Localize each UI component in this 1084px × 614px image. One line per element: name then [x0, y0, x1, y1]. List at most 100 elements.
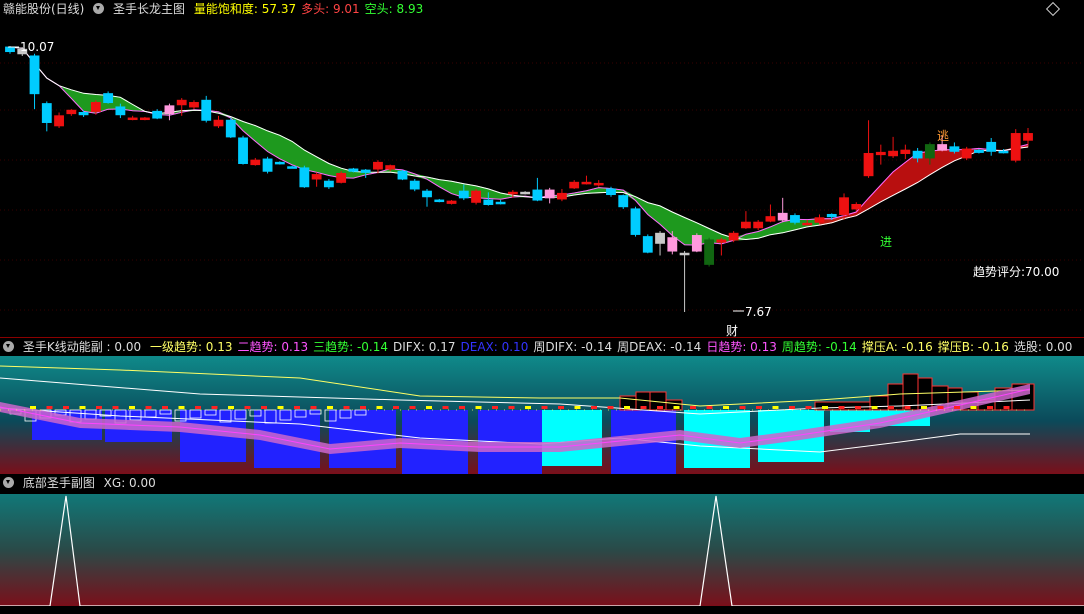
candle-body [642, 236, 653, 253]
candle-body [373, 161, 383, 170]
candle [103, 91, 114, 104]
wealth-signal-label: 财 [726, 324, 739, 338]
main-field-0: 量能饱和度: 57.37 [193, 2, 297, 16]
candle [29, 53, 40, 110]
candle [41, 101, 52, 132]
main-field-1: 多头: 9.01 [301, 2, 360, 16]
candle-body [520, 191, 531, 195]
sub1-field-8: 周趋势: -0.14 [781, 340, 857, 354]
indicator-name[interactable]: 圣手长龙主图 [113, 2, 185, 16]
candle [740, 211, 751, 229]
candle-body [41, 103, 52, 123]
candle-body [888, 150, 898, 157]
candle [323, 179, 334, 189]
candle [863, 120, 874, 178]
candle-body [176, 99, 187, 106]
candle-body [912, 150, 923, 159]
sub2-field-0: XG: 0.00 [103, 476, 156, 490]
candle-body [103, 93, 114, 104]
signal-tick [409, 406, 416, 409]
main-chart-panel[interactable]: 赣能股份(日线) 圣手长龙主图 量能饱和度: 57.37 多头: 9.01 空头: … [0, 0, 1084, 338]
candle-body [557, 192, 567, 200]
candle [753, 220, 764, 230]
candle-body [422, 190, 432, 198]
candle-body [5, 46, 15, 53]
candle-body [593, 182, 604, 186]
stock-name[interactable]: 赣能股份(日线) [3, 2, 84, 16]
main-header: 赣能股份(日线) 圣手长龙主图 量能饱和度: 57.37 多头: 9.01 空头: … [0, 0, 433, 18]
dropdown-circle-icon[interactable] [3, 477, 14, 488]
candle-body [851, 203, 862, 210]
candle-body [311, 174, 322, 180]
candle-body [814, 217, 825, 223]
candle-body [225, 119, 236, 138]
candle-body [900, 149, 911, 155]
signal-tick [987, 406, 993, 409]
sub1-field-7: 日趋势: 0.13 [706, 340, 777, 354]
candle-body [213, 119, 224, 127]
candle-body [961, 148, 972, 159]
candle-body [495, 201, 506, 205]
candle [213, 115, 224, 129]
enter-signal-label: 进 [880, 235, 893, 249]
ma-slow-line [9, 46, 1029, 241]
signal-tick [63, 406, 69, 409]
candle-body [691, 235, 702, 252]
sub2-indicator-name[interactable]: 底部圣手副图 [23, 476, 95, 490]
candle-body [753, 221, 764, 229]
signal-tick [822, 406, 828, 409]
candle-body [924, 144, 935, 159]
candle-body [471, 190, 481, 203]
signal-tick [904, 406, 911, 409]
signal-tick [376, 406, 383, 409]
sub1-indicator-value: : 0.00 [106, 340, 142, 354]
signal-tick [211, 406, 218, 409]
signal-tick [129, 406, 135, 409]
candle [532, 177, 543, 202]
signal-tick [112, 406, 119, 409]
candle-body [140, 117, 150, 121]
candle-body [532, 189, 543, 201]
candle-body [152, 110, 163, 119]
signal-tick [558, 406, 564, 409]
candle-body [446, 200, 457, 204]
candle [422, 188, 432, 207]
candle [434, 198, 445, 203]
signal-tick [690, 406, 696, 409]
sub1-indicator-name[interactable]: 圣手K线动能副 [23, 340, 103, 354]
candle-body [716, 239, 727, 243]
momentum-subchart-panel[interactable]: 圣手K线动能副 : 0.00 一级趋势: 0.13 二趋势: 0.13 三趋势: -… [0, 338, 1084, 474]
candle-body [274, 161, 285, 165]
candle-body [606, 188, 616, 196]
candle-body [618, 195, 629, 208]
dropdown-circle-icon[interactable] [3, 341, 14, 352]
candle [54, 112, 64, 129]
candle [777, 197, 788, 223]
signal-tick [327, 406, 333, 409]
candle [127, 115, 138, 121]
candle [557, 188, 567, 202]
bearish-ribbon [34, 63, 845, 246]
candle-body [679, 252, 690, 256]
sub1-field-10: 撑压B: -0.16 [937, 340, 1009, 354]
candle-body [507, 191, 518, 195]
dropdown-circle-icon[interactable] [93, 3, 105, 14]
candle-body [998, 150, 1009, 154]
candle [1023, 128, 1033, 145]
candle-body [667, 237, 678, 252]
signal-tick [756, 406, 762, 409]
signal-tick [640, 406, 647, 409]
candle [1010, 129, 1021, 163]
signal-tick [360, 406, 366, 409]
signal-tick [591, 406, 597, 409]
signal-tick [937, 406, 944, 409]
candle-body [1023, 133, 1033, 141]
signal-tick [805, 406, 812, 409]
candle [409, 179, 420, 192]
candle-body [937, 144, 948, 151]
candle-body [655, 232, 665, 244]
candle-body [238, 137, 248, 164]
bottom-subchart-panel[interactable]: 底部圣手副图 XG: 0.00 [0, 474, 1084, 614]
candle-body [949, 146, 960, 152]
candle [201, 95, 212, 123]
